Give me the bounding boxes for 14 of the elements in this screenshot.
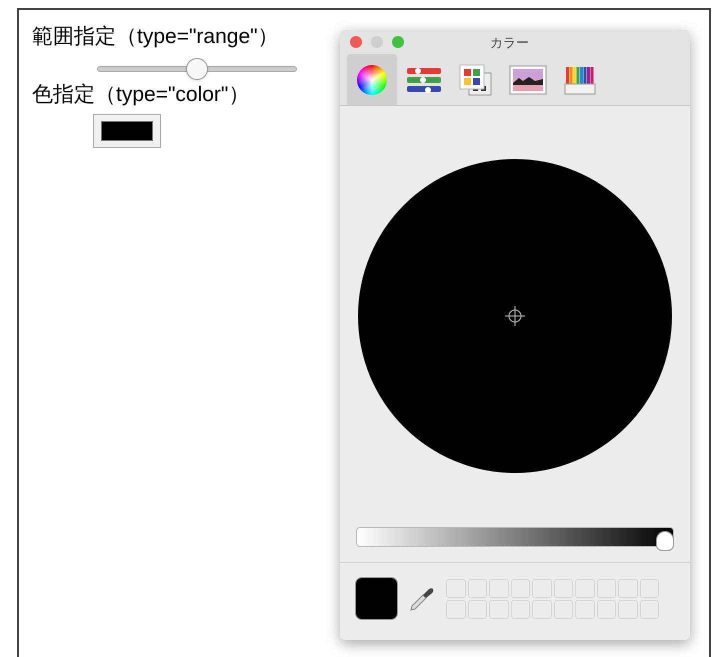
brightness-slider[interactable] bbox=[356, 527, 674, 551]
current-color-well[interactable] bbox=[355, 577, 398, 620]
color-input[interactable] bbox=[93, 114, 161, 148]
color-label: 色指定（type="color"） bbox=[32, 82, 250, 108]
range-label: 範囲指定（type="range"） bbox=[32, 24, 280, 50]
image-icon bbox=[509, 64, 547, 94]
range-slider[interactable] bbox=[97, 57, 297, 81]
zoom-button[interactable] bbox=[392, 36, 404, 48]
sliders-icon bbox=[406, 66, 442, 94]
color-wheel-icon bbox=[357, 64, 387, 94]
crosshair-icon bbox=[505, 306, 525, 326]
window-title: カラー bbox=[490, 34, 529, 52]
close-button[interactable] bbox=[350, 36, 362, 48]
palette-icon bbox=[459, 64, 493, 96]
